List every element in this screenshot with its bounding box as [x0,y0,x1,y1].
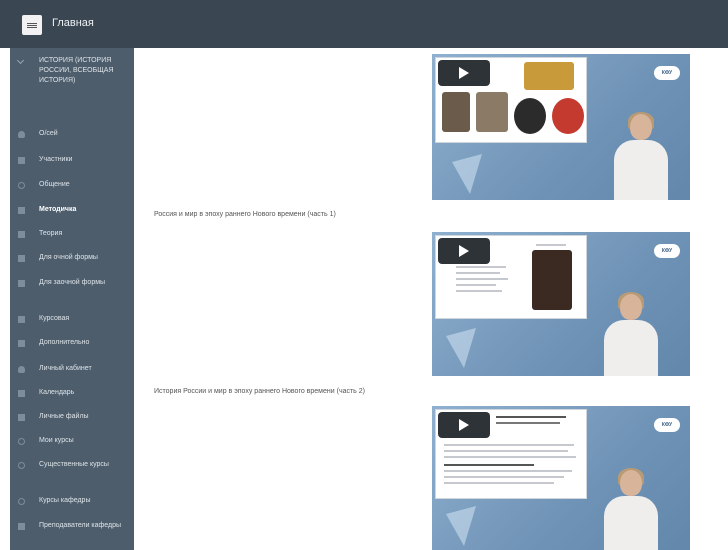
folder-icon [18,340,25,347]
sidebar-item-label: Теория [39,230,63,237]
kfu-logo: КФУ [654,418,680,432]
sidebar-item-label: Дополнительно [39,339,90,346]
video-player[interactable]: КФУ [432,54,690,200]
page-title[interactable]: Главная [52,17,94,29]
decorative-shard [446,328,476,368]
portrait-image [514,98,546,134]
portrait-image [552,98,584,134]
users-icon [18,523,25,530]
video-caption: История России и мир в эпоху раннего Нов… [154,388,366,395]
course-icon [18,498,25,505]
decorative-shard [446,506,476,546]
kfu-logo: КФУ [654,66,680,80]
user-icon [18,366,25,373]
folder-icon [18,255,25,262]
sidebar-item-label: Курсовая [39,315,70,322]
sidebar-item-label: Методичка [39,206,77,213]
play-icon [459,245,469,257]
video-caption: Россия и мир в эпоху раннего Нового врем… [154,211,336,218]
sidebar-item-label: Общение [39,181,70,188]
kfu-logo: КФУ [654,244,680,258]
sidebar-item-label: ИСТОРИЯ (ИСТОРИЯ РОССИИ, ВСЕОБЩАЯ ИСТОРИ… [39,57,114,84]
book-icon [18,207,25,214]
play-button[interactable] [438,412,490,438]
course-icon [18,438,25,445]
chevron-icon [16,56,25,65]
presenter-image [600,468,662,550]
sidebar-item-label: Преподаватели кафедры [39,522,122,529]
sidebar-item-label: Календарь [39,389,75,396]
play-button[interactable] [438,60,490,86]
sidebar: ИСТОРИЯ (ИСТОРИЯ РОССИИ, ВСЕОБЩАЯ ИСТОРИ… [10,48,134,550]
video-player[interactable]: КФУ [432,406,690,550]
sidebar-item-label: Участники [39,156,73,163]
portrait-image [476,92,508,132]
sidebar-item-label: Мои курсы [39,437,74,444]
document-icon [18,231,25,238]
folder-icon [18,280,25,287]
users-icon [18,157,25,164]
document-icon [18,316,25,323]
sidebar-item-label: Существенные курсы [39,461,109,468]
sidebar-item-label: Личный кабинет [39,365,92,372]
course-icon [18,462,25,469]
portrait-image [532,250,572,310]
user-icon [18,131,25,138]
sidebar-item-label: Для заочной формы [39,279,106,286]
video-player[interactable]: КФУ [432,232,690,376]
presenter-image [610,112,672,200]
play-icon [459,419,469,431]
menu-toggle-button[interactable] [22,15,42,35]
presenter-image [600,292,662,376]
play-button[interactable] [438,238,490,264]
sidebar-item-label: Для очной формы [39,254,98,261]
top-bar: Главная [0,0,728,48]
sidebar-item-label: Курсы кафедры [39,497,91,504]
chat-icon [18,182,25,189]
calendar-icon [18,390,25,397]
decorative-shard [452,154,482,194]
play-icon [459,67,469,79]
main-content: КФУ Россия и мир в эпоху раннего Нового … [134,48,728,550]
file-icon [18,414,25,421]
sidebar-item-label: О/сей [39,130,58,137]
portrait-image [442,92,470,132]
portrait-image [524,62,574,90]
sidebar-item-label: Личные файлы [39,413,89,420]
hamburger-icon [27,22,37,28]
